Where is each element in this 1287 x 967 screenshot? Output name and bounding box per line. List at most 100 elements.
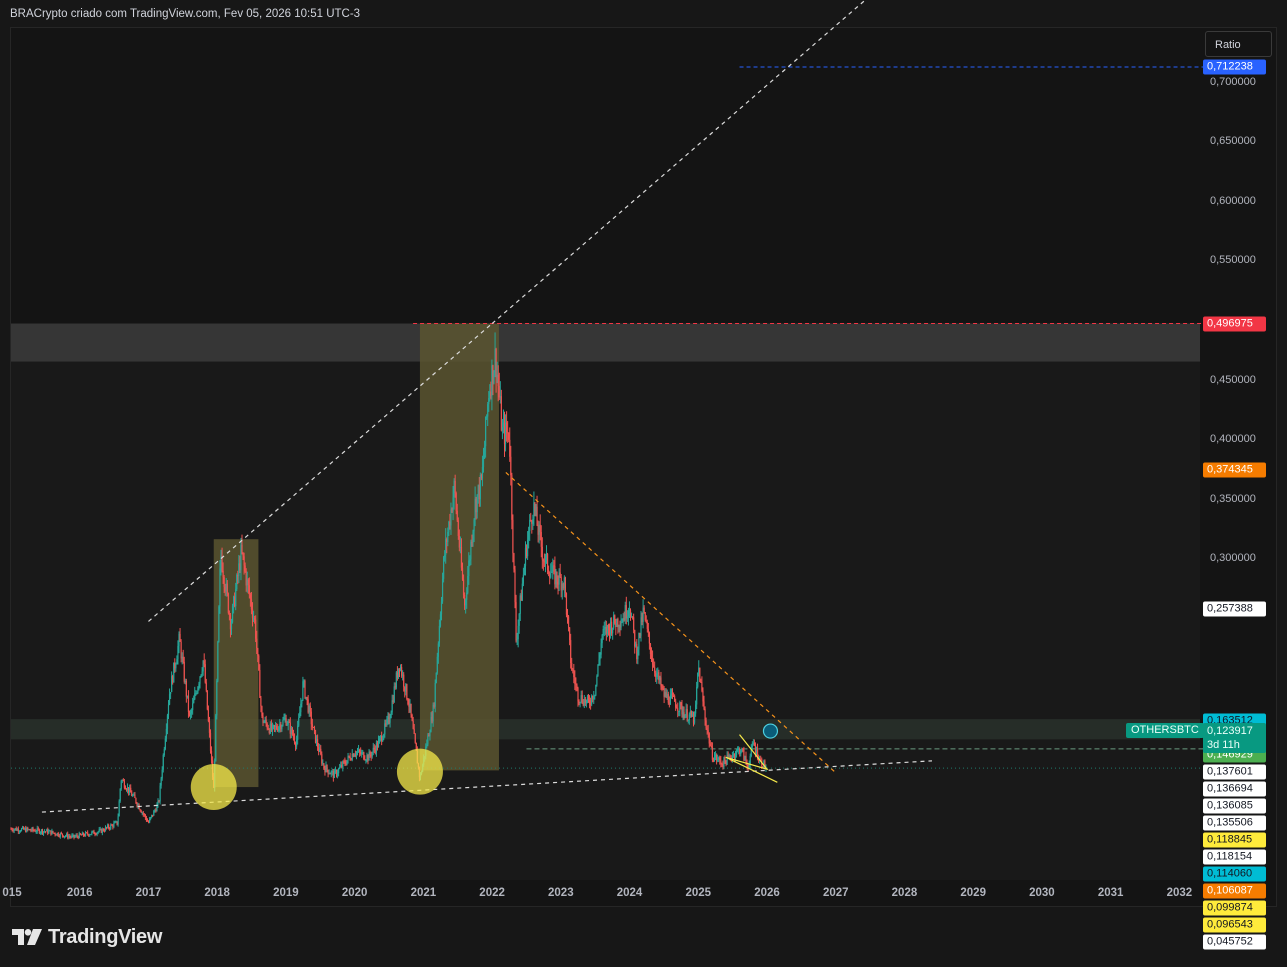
candle-body	[485, 416, 487, 447]
candle-body	[413, 728, 415, 735]
candle-body	[322, 763, 324, 765]
candle-body	[124, 787, 127, 790]
candle-body	[515, 602, 517, 641]
candle-body	[174, 662, 176, 669]
candle-body	[588, 700, 591, 704]
candle-body	[495, 348, 497, 378]
candle-body	[125, 789, 128, 791]
candle-body	[323, 763, 325, 769]
tradingview-logo-icon	[12, 929, 42, 945]
x-tick-label: 2030	[1029, 887, 1055, 899]
candle-body	[203, 660, 205, 665]
candle-body	[615, 623, 617, 627]
candle-body	[494, 348, 496, 372]
tradingview-logo[interactable]: TradingView	[12, 924, 162, 950]
candle-body	[303, 681, 305, 683]
candle-body	[62, 835, 65, 838]
candle-body	[55, 834, 57, 836]
candle-body	[90, 834, 92, 836]
candle-body	[666, 694, 668, 698]
x-tick-label: 2026	[754, 887, 780, 899]
candle-body	[310, 711, 312, 725]
candle-body	[373, 747, 375, 750]
candle-body	[600, 643, 602, 655]
candle-body	[642, 607, 644, 623]
candle-body	[71, 835, 73, 838]
candle-body	[96, 832, 98, 835]
candle-body	[259, 669, 261, 698]
candle-body	[311, 724, 313, 728]
candle-body	[200, 674, 202, 677]
candle-body	[278, 727, 280, 731]
candle-body	[76, 835, 78, 837]
candle-body	[267, 728, 269, 730]
candle-body	[596, 675, 598, 685]
candle-body	[48, 831, 50, 834]
candle-body	[517, 625, 519, 640]
candle-body	[366, 755, 368, 760]
candle-body	[573, 670, 575, 678]
candle-body	[17, 828, 19, 832]
candle-body	[468, 560, 470, 577]
candle-body	[651, 658, 654, 665]
candle-body	[258, 655, 260, 670]
candle-body	[678, 710, 680, 712]
candle-body	[456, 510, 458, 521]
candle-body	[204, 664, 206, 683]
x-tick-label: 2020	[341, 887, 368, 899]
candle-body	[632, 616, 634, 618]
candle-body	[661, 686, 663, 688]
candle-body	[516, 639, 518, 641]
candle-body	[464, 594, 466, 606]
candle-body	[722, 764, 724, 767]
candle-body	[336, 773, 339, 776]
candle-body	[432, 704, 434, 722]
candle-body	[556, 571, 558, 582]
candle-body	[623, 618, 625, 621]
candle-body	[654, 667, 656, 673]
candle-body	[450, 509, 452, 526]
candle-body	[435, 672, 437, 683]
candle-body	[354, 754, 357, 756]
candle-body	[700, 682, 702, 684]
candle-body	[391, 700, 393, 713]
candle-body	[745, 756, 747, 763]
candle-body	[751, 743, 753, 747]
candle-body	[471, 541, 473, 544]
candle-body	[519, 595, 521, 614]
candle-body	[518, 613, 520, 626]
candle-body	[575, 683, 577, 685]
candle-body	[196, 692, 198, 694]
candle-body	[618, 626, 620, 628]
candle-body	[335, 770, 338, 776]
candle-body	[121, 780, 123, 782]
candle-body	[683, 712, 685, 719]
x-tick-label: 2019	[273, 887, 299, 899]
candle-body	[709, 743, 711, 746]
candle-body	[192, 703, 194, 711]
candle-body	[537, 525, 539, 535]
candle-body	[30, 830, 32, 832]
candle-body	[559, 572, 561, 578]
candle-body	[431, 716, 433, 722]
candle-body	[46, 829, 48, 832]
candle-body	[345, 763, 347, 765]
candle-body	[118, 801, 120, 817]
candle-body	[530, 519, 532, 521]
ratio-button[interactable]: Ratio	[1205, 31, 1272, 57]
price-chart[interactable]	[0, 0, 1287, 967]
candle-body	[635, 643, 637, 647]
candle-body	[503, 422, 506, 445]
candle-body	[262, 716, 264, 723]
candle-body	[509, 439, 511, 457]
candle-body	[724, 757, 726, 761]
candle-body	[458, 535, 460, 548]
candle-body	[338, 768, 340, 774]
candle-body	[327, 769, 329, 774]
price-tag: 0,135506	[1203, 815, 1266, 831]
candle-body	[734, 754, 737, 758]
candle-body	[716, 754, 718, 761]
candle-body	[199, 676, 201, 684]
candle-body	[480, 474, 483, 479]
candle-body	[67, 833, 69, 838]
